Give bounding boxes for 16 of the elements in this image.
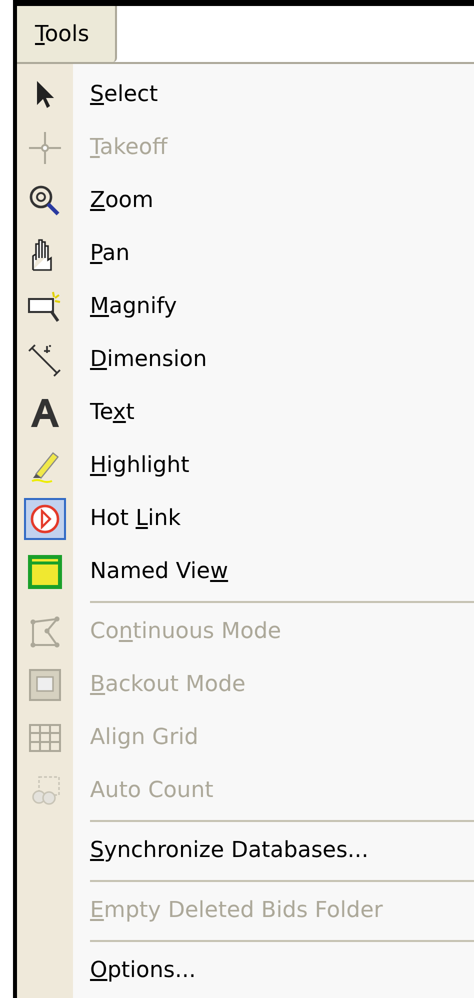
menu-item-label[interactable]: Highlight	[90, 453, 190, 478]
window-icon	[27, 554, 63, 590]
menu-item-label[interactable]: Zoom	[90, 188, 154, 213]
crosshair-icon	[27, 130, 63, 166]
hatched-frame-icon	[27, 666, 63, 702]
menu-item-label[interactable]: Hot Link	[90, 506, 181, 531]
menu-item-label[interactable]: Options...	[90, 958, 196, 983]
menu-item-label[interactable]: Dimension	[90, 347, 207, 372]
menu-item-label[interactable]: Synchronize Databases...	[90, 838, 369, 863]
menu-item-label[interactable]: Text	[90, 400, 135, 425]
menu-item-label[interactable]: Magnify	[90, 294, 177, 319]
dimension-icon	[27, 342, 63, 378]
menu-item-label[interactable]: Select	[90, 82, 158, 107]
menu-title[interactable]: Tools	[17, 6, 117, 62]
menu-item-label[interactable]: Pan	[90, 241, 130, 266]
menu-item-label[interactable]: Named View	[90, 559, 228, 584]
